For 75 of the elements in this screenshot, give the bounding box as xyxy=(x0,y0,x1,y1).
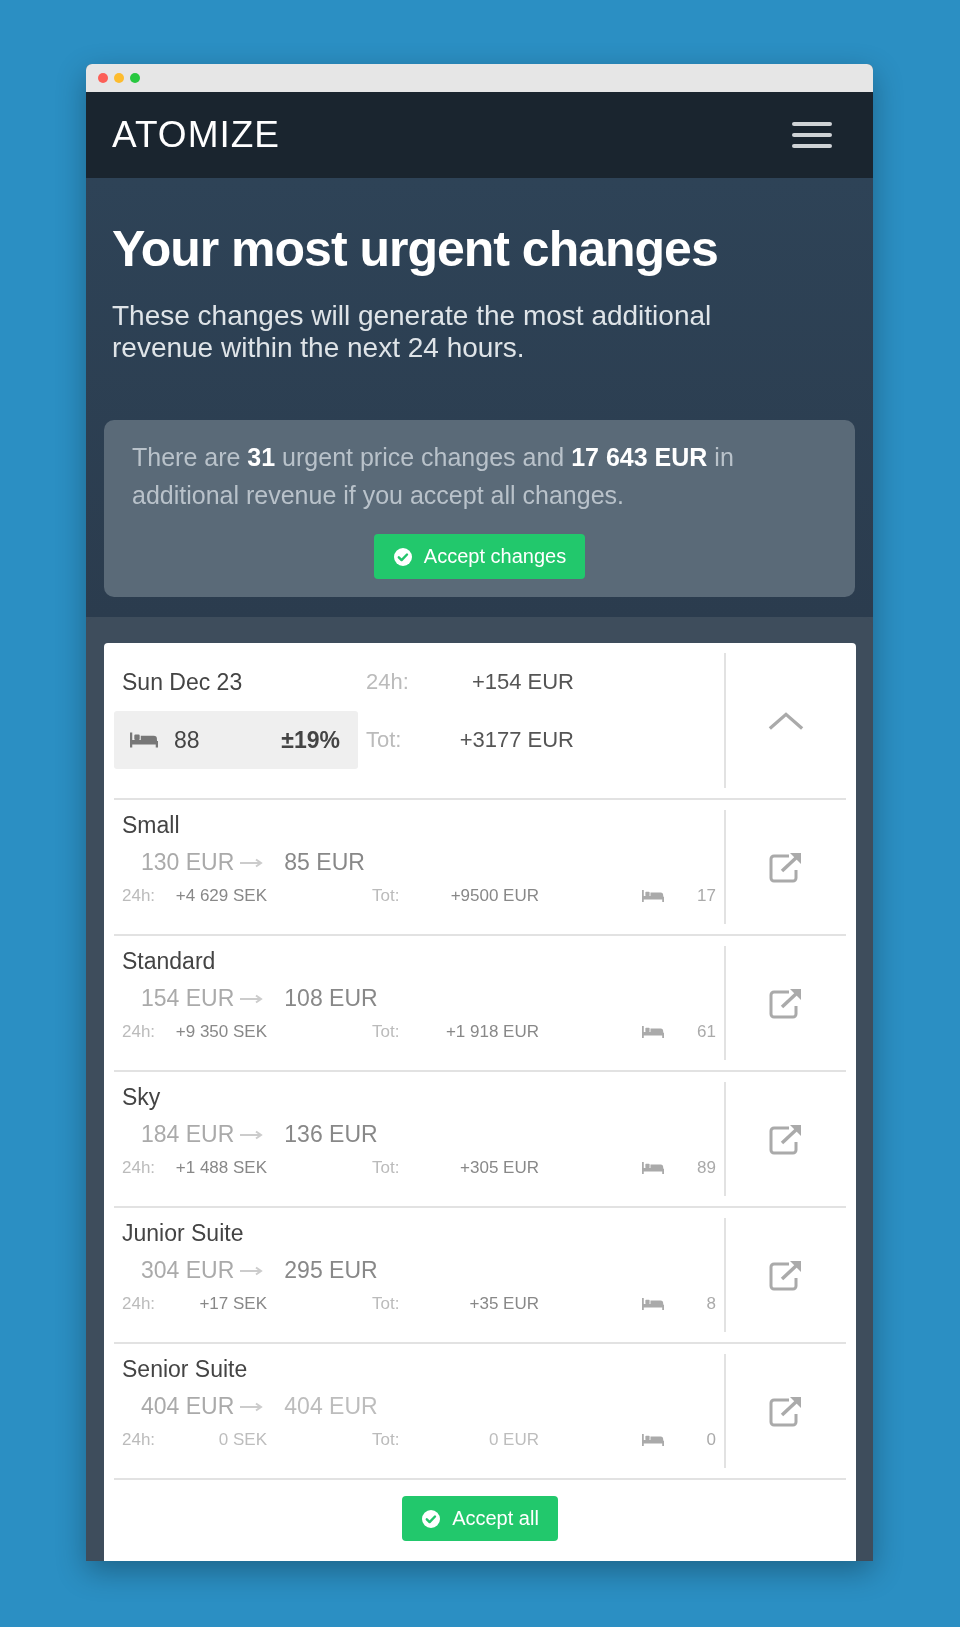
room-count: 89 xyxy=(696,1158,716,1178)
arrow-icon xyxy=(240,857,265,868)
label: 24h: xyxy=(122,1430,157,1450)
room-count: 88 xyxy=(174,726,201,754)
check-circle-icon xyxy=(392,546,413,567)
new-price: 108 EUR xyxy=(284,985,378,1012)
room-count: 0 xyxy=(705,1430,716,1450)
revenue-value: +4 629 SEK xyxy=(174,886,267,906)
logo[interactable]: ATOMIZE xyxy=(112,114,281,156)
new-price: 295 EUR xyxy=(284,1257,378,1284)
revenue-value: +3177 EUR xyxy=(458,727,574,753)
external-link-icon[interactable] xyxy=(769,851,803,883)
summary-text: There are 31 urgent price changes and 17 643 EUR in additional revenue if you accept all changes. xyxy=(132,442,735,511)
room-name: Sky xyxy=(122,1084,162,1111)
room-name: Standard xyxy=(122,948,217,975)
page-title: Your most urgent changes xyxy=(112,220,719,278)
arrow-icon xyxy=(240,1129,265,1140)
room-name: Small xyxy=(122,812,181,839)
page-subtitle: These changes will generate the most additional revenue within the next 24 hours. xyxy=(112,300,713,364)
old-price: 130 EUR xyxy=(141,849,235,876)
revenue-value: +17 SEK xyxy=(198,1294,267,1314)
percent-change: ±19% xyxy=(281,726,340,754)
bed-icon xyxy=(130,731,158,749)
old-price: 404 EUR xyxy=(141,1393,235,1420)
bed-icon xyxy=(642,1433,664,1447)
bed-icon xyxy=(642,1297,664,1311)
room-count: 17 xyxy=(696,886,716,906)
revenue-value: 0 EUR xyxy=(487,1430,539,1450)
close-window-dot[interactable] xyxy=(98,73,108,83)
room-name: Senior Suite xyxy=(122,1356,249,1383)
arrow-icon xyxy=(240,1265,265,1276)
revenue-value: +154 EUR xyxy=(470,669,574,695)
label: Tot: xyxy=(371,1430,401,1450)
label: 24h: xyxy=(122,1158,157,1178)
external-link-icon[interactable] xyxy=(769,1259,803,1291)
arrow-icon xyxy=(240,1401,265,1412)
revenue-value: +305 EUR xyxy=(459,1158,539,1178)
old-price: 304 EUR xyxy=(141,1257,235,1284)
label: 24h: xyxy=(365,669,410,695)
accept-changes-button[interactable]: Accept changes xyxy=(373,534,586,579)
room-name: Junior Suite xyxy=(122,1220,245,1247)
room-count: 8 xyxy=(705,1294,716,1314)
revenue-value: +35 EUR xyxy=(468,1294,539,1314)
bed-icon xyxy=(642,1161,664,1175)
label: Tot: xyxy=(371,1022,401,1042)
arrow-icon xyxy=(240,993,265,1004)
maximize-window-dot[interactable] xyxy=(130,73,140,83)
old-price: 154 EUR xyxy=(141,985,235,1012)
revenue-value: +9 350 SEK xyxy=(174,1022,267,1042)
new-price: 404 EUR xyxy=(284,1393,378,1420)
accept-all-button[interactable]: Accept all xyxy=(402,1496,558,1541)
revenue-value: 0 SEK xyxy=(217,1430,267,1450)
label: 24h: xyxy=(122,1022,157,1042)
date-label: Sun Dec 23 xyxy=(121,668,244,696)
external-link-icon[interactable] xyxy=(769,1395,803,1427)
label: Tot: xyxy=(365,727,403,753)
label: Tot: xyxy=(371,886,401,906)
label: 24h: xyxy=(122,886,157,906)
revenue-value: +1 918 EUR xyxy=(444,1022,539,1042)
menu-icon[interactable] xyxy=(792,122,832,148)
label: Tot: xyxy=(371,1294,401,1314)
bed-icon xyxy=(642,889,664,903)
bed-icon xyxy=(642,1025,664,1039)
check-circle-icon xyxy=(421,1508,442,1529)
revenue-value: +1 488 SEK xyxy=(174,1158,267,1178)
label: 24h: xyxy=(122,1294,157,1314)
new-price: 136 EUR xyxy=(284,1121,378,1148)
label: Tot: xyxy=(371,1158,401,1178)
room-count: 61 xyxy=(696,1022,716,1042)
external-link-icon[interactable] xyxy=(769,987,803,1019)
external-link-icon[interactable] xyxy=(769,1123,803,1155)
revenue-value: +9500 EUR xyxy=(449,886,539,906)
new-price: 85 EUR xyxy=(284,849,365,876)
old-price: 184 EUR xyxy=(141,1121,235,1148)
minimize-window-dot[interactable] xyxy=(114,73,124,83)
